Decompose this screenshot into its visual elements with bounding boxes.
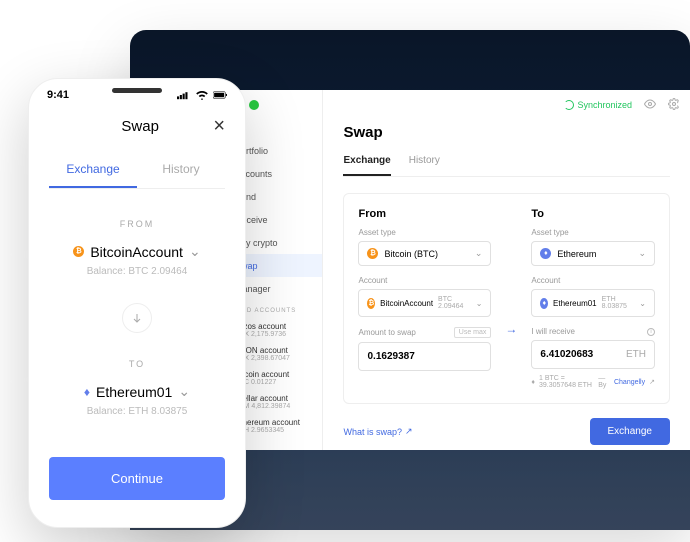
to-balance: Balance: ETH 8.03875	[53, 406, 221, 417]
close-icon[interactable]: ×	[213, 115, 225, 138]
ethereum-icon: ♦	[540, 298, 548, 309]
chevron-down-icon: ⌄	[638, 248, 646, 259]
to-amount-display: 6.41020683ETH	[531, 340, 655, 369]
asset-name: Ethereum	[557, 249, 596, 259]
account-balance: ETH 8.03875	[602, 296, 631, 310]
account-balance: BTC 2.09464	[438, 296, 467, 310]
from-account-select[interactable]: ₿ BitcoinAccount BTC 2.09464 ⌄	[358, 289, 491, 317]
provider-link[interactable]: Changelly	[614, 379, 645, 386]
phone-tab-history[interactable]: History	[137, 152, 225, 188]
battery-icon	[213, 90, 227, 100]
bitcoin-icon: ₿	[367, 248, 378, 259]
from-asset-select[interactable]: ₿ Bitcoin (BTC) ⌄	[358, 241, 491, 266]
phone-title: Swap	[121, 118, 159, 135]
account-name: BitcoinAccount	[380, 299, 433, 308]
phone-frame: 9:41 Swap × Exchange History FROM ₿ Bitco…	[28, 78, 246, 528]
bitcoin-icon: ₿	[73, 246, 84, 257]
bitcoin-icon: ₿	[367, 298, 375, 309]
to-asset-select[interactable]: ♦ Ethereum ⌄	[531, 241, 655, 266]
asset-type-label: Asset type	[531, 228, 655, 237]
app-window: Synchronized MENU Portfolio Accounts Sen…	[205, 90, 690, 450]
main-content: Swap Exchange History From Asset type ₿ B…	[323, 90, 690, 450]
amount-label: Amount to swapUse max	[358, 327, 491, 338]
asset-name: Bitcoin (BTC)	[384, 249, 438, 259]
settings-icon[interactable]	[668, 98, 680, 112]
account-name: Ethereum01	[96, 384, 172, 400]
phone-header: Swap ×	[29, 101, 245, 152]
from-column: From Asset type ₿Bitcoin (BTC)⌄ Account …	[358, 208, 491, 389]
status-time: 9:41	[47, 89, 69, 101]
continue-button[interactable]: Continue	[49, 457, 225, 500]
asset-type-label: Asset type	[358, 228, 491, 237]
tab-history[interactable]: History	[409, 155, 440, 176]
footer-row: What is swap? ↗ Exchange	[343, 418, 670, 445]
swap-direction-icon: →	[505, 208, 517, 389]
to-heading: To	[531, 208, 655, 220]
use-max-button[interactable]: Use max	[454, 327, 492, 338]
tabs: Exchange History	[343, 155, 670, 177]
page-title: Swap	[343, 124, 670, 141]
to-column: To Asset type ♦ Ethereum ⌄ Account ♦ Ethere…	[531, 208, 655, 389]
tab-exchange[interactable]: Exchange	[343, 155, 390, 176]
header-right: Synchronized	[564, 98, 690, 112]
swap-direction-button[interactable]	[122, 303, 152, 333]
chevron-down-icon: ⌄	[475, 248, 483, 259]
chevron-down-icon: ⌄	[189, 243, 201, 260]
swap-panel: From Asset type ₿Bitcoin (BTC)⌄ Account …	[343, 193, 670, 404]
to-label: TO	[53, 359, 221, 369]
phone-tab-exchange[interactable]: Exchange	[49, 152, 137, 188]
account-label: Account	[531, 276, 655, 285]
exchange-button[interactable]: Exchange	[590, 418, 670, 445]
from-label: FROM	[53, 219, 221, 229]
notch	[87, 79, 187, 101]
maximize-dot[interactable]	[249, 100, 259, 110]
from-account-select[interactable]: ₿ BitcoinAccount ⌄	[53, 243, 221, 260]
to-account-select[interactable]: ♦ Ethereum01 ETH 8.03875 ⌄	[531, 289, 655, 317]
wifi-icon	[195, 90, 209, 100]
info-icon[interactable]: i	[647, 328, 655, 336]
account-name: BitcoinAccount	[90, 244, 183, 260]
ethereum-icon: ♦	[540, 248, 551, 259]
sync-status: Synchronized	[564, 100, 632, 110]
to-account-select[interactable]: ♦ Ethereum01 ⌄	[53, 383, 221, 400]
phone-tabs: Exchange History	[49, 152, 225, 189]
chevron-down-icon: ⌄	[639, 299, 646, 308]
from-heading: From	[358, 208, 491, 220]
chevron-down-icon: ⌄	[178, 383, 190, 400]
from-amount-input[interactable]: 0.1629387	[358, 342, 491, 371]
phone-body: FROM ₿ BitcoinAccount ⌄ Balance: BTC 2.094…	[29, 189, 245, 457]
chevron-down-icon: ⌄	[476, 299, 483, 308]
rate-info: ♦ 1 BTC = 39.3057648 ETH — By Changelly …	[531, 375, 655, 389]
from-balance: Balance: BTC 2.09464	[53, 266, 221, 277]
receive-label: I will receivei	[531, 327, 655, 336]
what-is-swap-link[interactable]: What is swap? ↗	[343, 426, 412, 437]
account-name: Ethereum01	[553, 299, 597, 308]
account-label: Account	[358, 276, 491, 285]
ethereum-icon: ♦	[84, 385, 90, 399]
visibility-icon[interactable]	[644, 98, 656, 112]
